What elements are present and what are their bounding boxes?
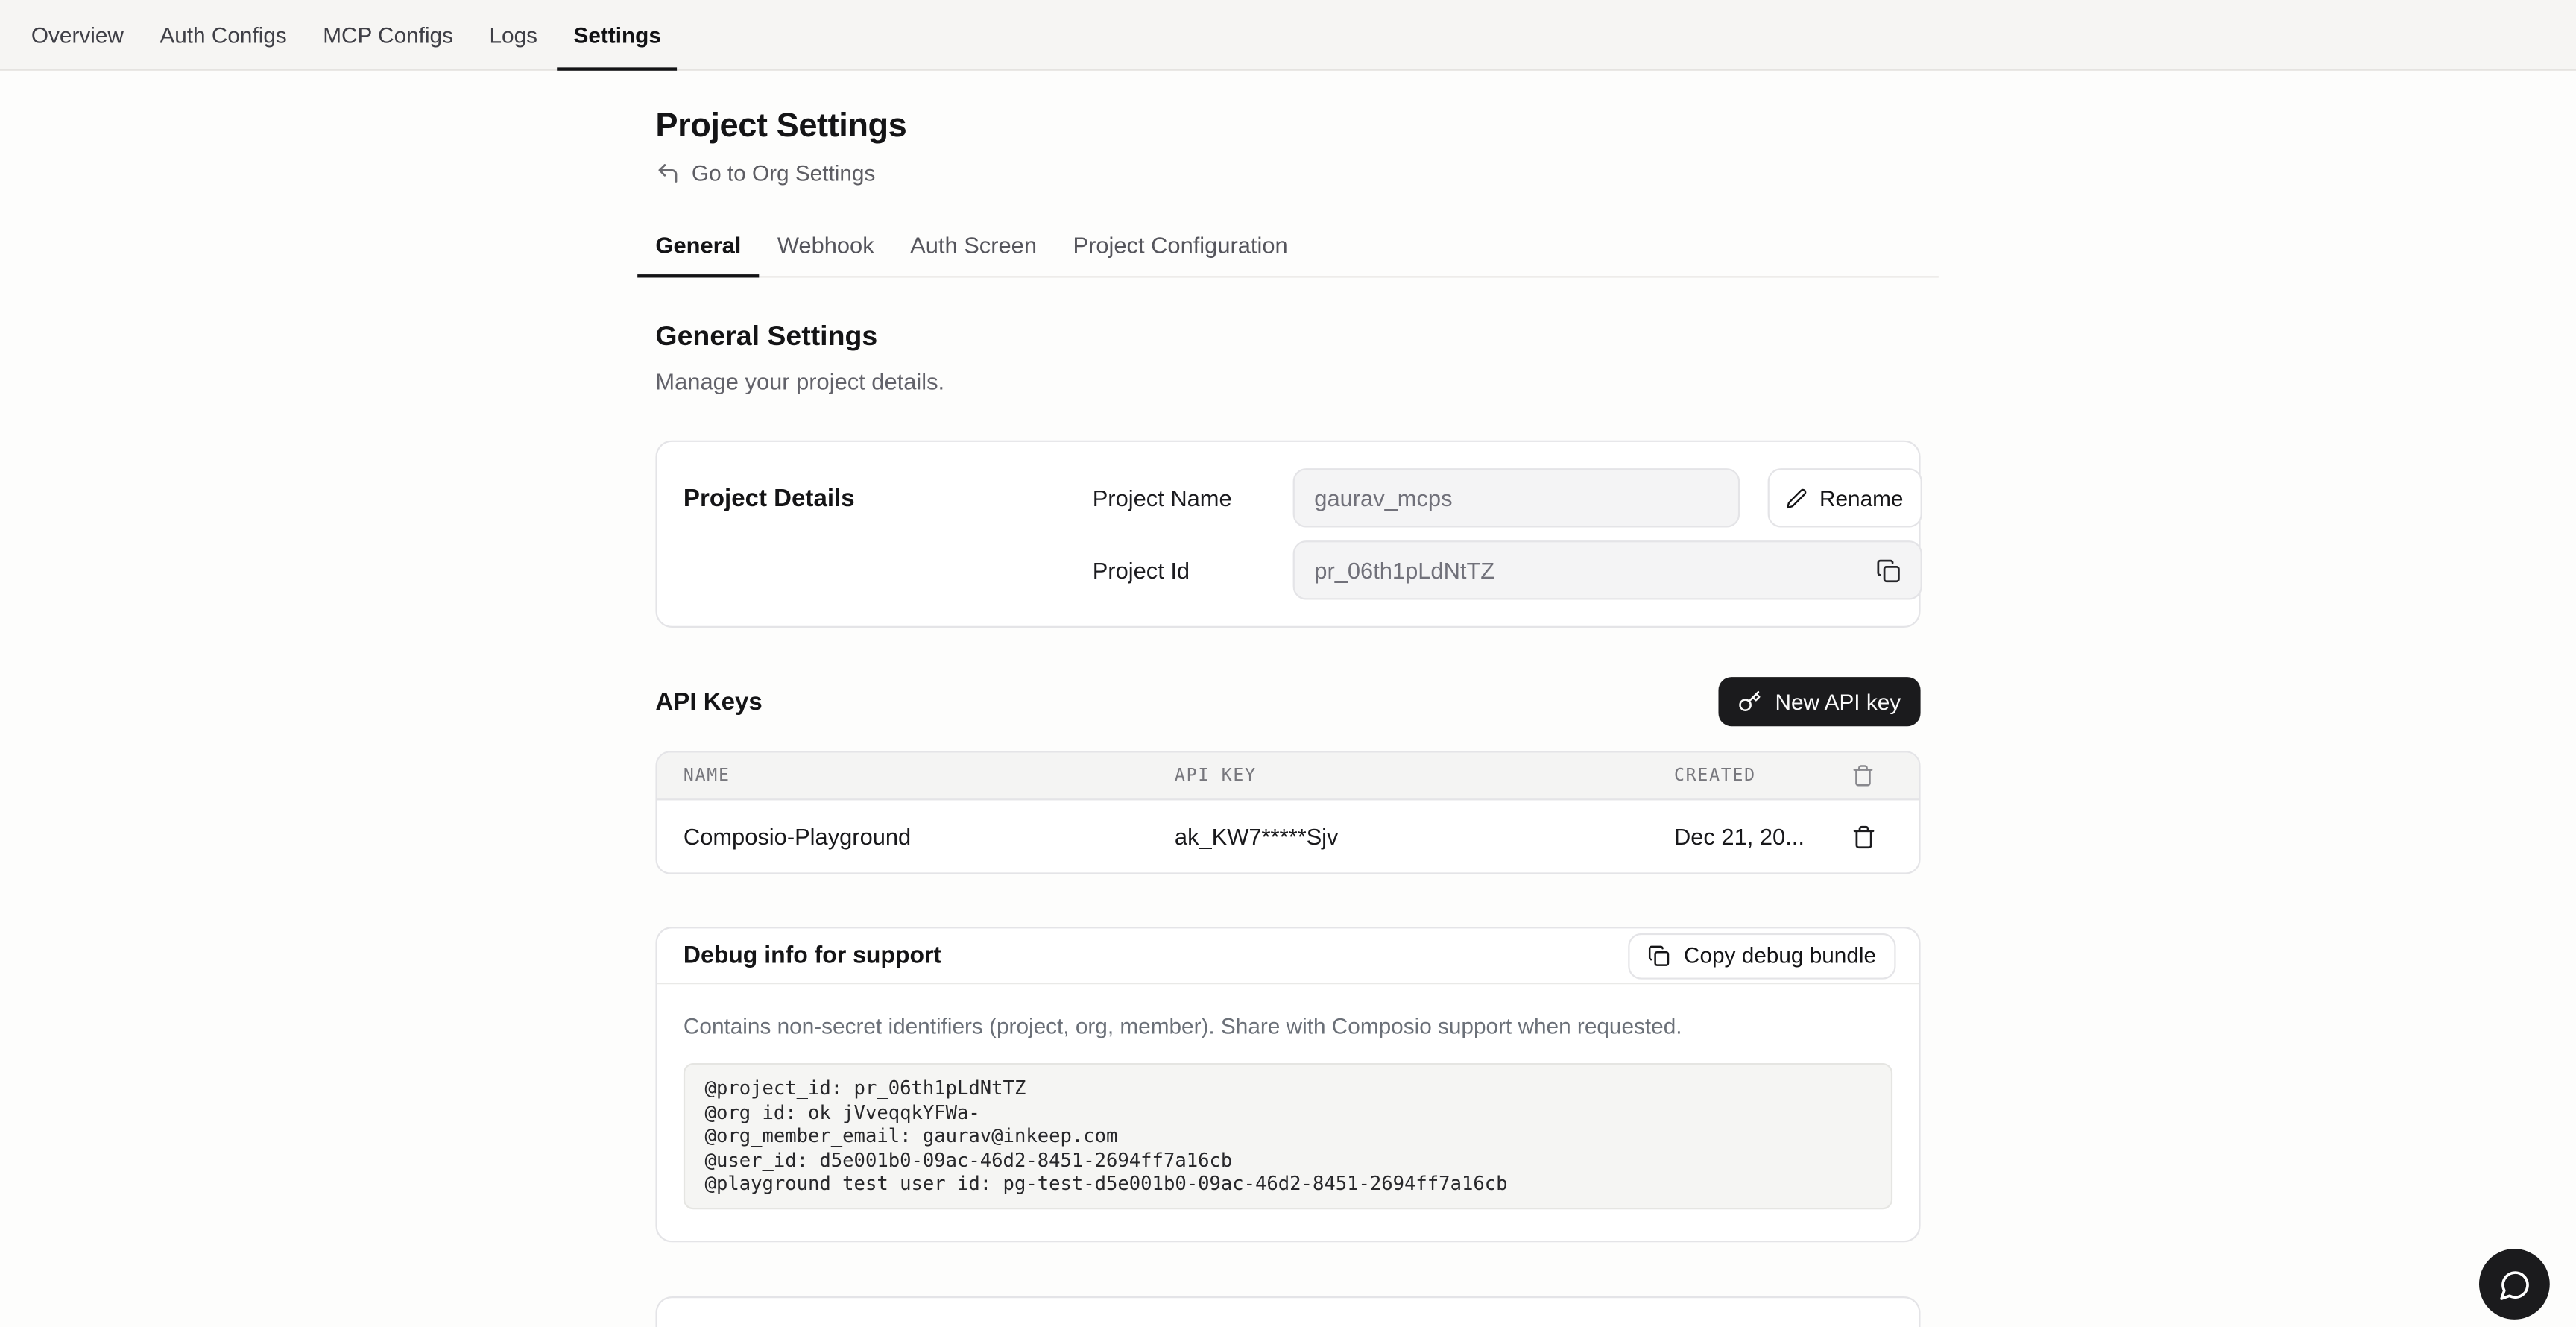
tab-project-configuration[interactable]: Project Configuration [1055, 232, 1306, 277]
project-details-title: Project Details [684, 468, 1093, 513]
nav-item-settings[interactable]: Settings [555, 0, 679, 69]
content-column: Project Settings Go to Org Settings Gene… [655, 107, 1920, 1327]
support-chat-button[interactable] [2479, 1249, 2550, 1320]
rename-button-label: Rename [1819, 485, 1903, 510]
trash-icon [1851, 824, 1875, 848]
back-link-label: Go to Org Settings [692, 161, 875, 186]
nav-item-auth-configs[interactable]: Auth Configs [142, 0, 305, 69]
code-line-playground-test-user-id: @playground_test_user_id: pg-test-d5e001… [705, 1172, 1872, 1196]
debug-card-title: Debug info for support [684, 942, 941, 968]
debug-code-block: @project_id: pr_06th1pLdNtTZ @org_id: ok… [684, 1063, 1892, 1209]
tab-auth-screen[interactable]: Auth Screen [892, 232, 1055, 277]
new-api-key-label: New API key [1775, 690, 1901, 714]
project-id-row: Project Id [1093, 540, 1922, 599]
general-settings-subheading: Manage your project details. [655, 368, 1920, 394]
debug-card-body: Contains non-secret identifiers (project… [657, 984, 1919, 1241]
next-section-card [655, 1296, 1920, 1327]
project-details-card-left: Project Details [684, 468, 1093, 599]
copy-icon [1876, 558, 1901, 582]
top-navigation: Overview Auth Configs MCP Configs Logs S… [0, 0, 2576, 71]
rename-button[interactable]: Rename [1768, 468, 1922, 527]
debug-description: Contains non-secret identifiers (project… [684, 1014, 1892, 1038]
project-id-field [1293, 540, 1922, 599]
api-keys-table-header: NAME API KEY CREATED [657, 752, 1919, 800]
column-header-api-key: API KEY [1175, 766, 1674, 785]
pencil-icon [1787, 488, 1808, 509]
project-name-label: Project Name [1093, 485, 1293, 511]
corner-up-left-icon [655, 161, 680, 186]
code-line-org-member-email: @org_member_email: gaurav@inkeep.com [705, 1124, 1872, 1148]
column-header-name: NAME [684, 766, 1175, 785]
column-header-created: CREATED [1674, 766, 1840, 785]
api-key-name: Composio-Playground [684, 823, 1175, 849]
api-keys-header: API Keys New API key [655, 677, 1920, 726]
project-name-row: Project Name Rename [1093, 468, 1922, 527]
project-details-card: Project Details Project Name Rename Proj… [655, 441, 1920, 628]
copy-debug-bundle-label: Copy debug bundle [1684, 943, 1876, 968]
nav-item-overview[interactable]: Overview [13, 0, 142, 69]
tab-webhook[interactable]: Webhook [760, 232, 892, 277]
general-settings-heading: General Settings [655, 321, 1920, 353]
project-name-input[interactable] [1293, 468, 1740, 527]
project-details-fields: Project Name Rename Project Id [1093, 468, 1922, 599]
key-icon [1739, 690, 1762, 713]
nav-item-logs[interactable]: Logs [471, 0, 555, 69]
copy-project-id-button[interactable] [1876, 557, 1902, 583]
project-id-input[interactable] [1293, 540, 1922, 599]
code-line-user-id: @user_id: d5e001b0-09ac-46d2-8451-2694ff… [705, 1148, 1872, 1172]
tab-general[interactable]: General [637, 232, 759, 277]
settings-tabs: General Webhook Auth Screen Project Conf… [637, 232, 1939, 278]
copy-debug-bundle-button[interactable]: Copy debug bundle [1629, 933, 1895, 979]
go-to-org-settings-link[interactable]: Go to Org Settings [655, 161, 875, 186]
project-id-label: Project Id [1093, 557, 1293, 583]
delete-api-key-button[interactable] [1840, 824, 1887, 848]
api-keys-title: API Keys [655, 687, 762, 715]
new-api-key-button[interactable]: New API key [1720, 677, 1921, 726]
table-row: Composio-Playground ak_KW7*****Sjv Dec 2… [657, 800, 1919, 872]
code-line-org-id: @org_id: ok_jVveqqkYFWa- [705, 1100, 1872, 1124]
code-line-project-id: @project_id: pr_06th1pLdNtTZ [705, 1077, 1872, 1100]
nav-item-mcp-configs[interactable]: MCP Configs [305, 0, 471, 69]
page-title: Project Settings [655, 107, 1920, 146]
project-settings-page: Overview Auth Configs MCP Configs Logs S… [0, 0, 2576, 1327]
chat-bubble-icon [2498, 1267, 2531, 1300]
api-key-created: Dec 21, 20... [1674, 823, 1840, 849]
debug-card-header: Debug info for support Copy debug bundle [657, 928, 1919, 984]
api-keys-table: NAME API KEY CREATED Composio-Playground… [655, 751, 1920, 874]
copy-icon [1649, 945, 1671, 967]
debug-info-card: Debug info for support Copy debug bundle… [655, 927, 1920, 1242]
trash-icon [1852, 764, 1875, 787]
api-key-value: ak_KW7*****Sjv [1175, 823, 1674, 849]
